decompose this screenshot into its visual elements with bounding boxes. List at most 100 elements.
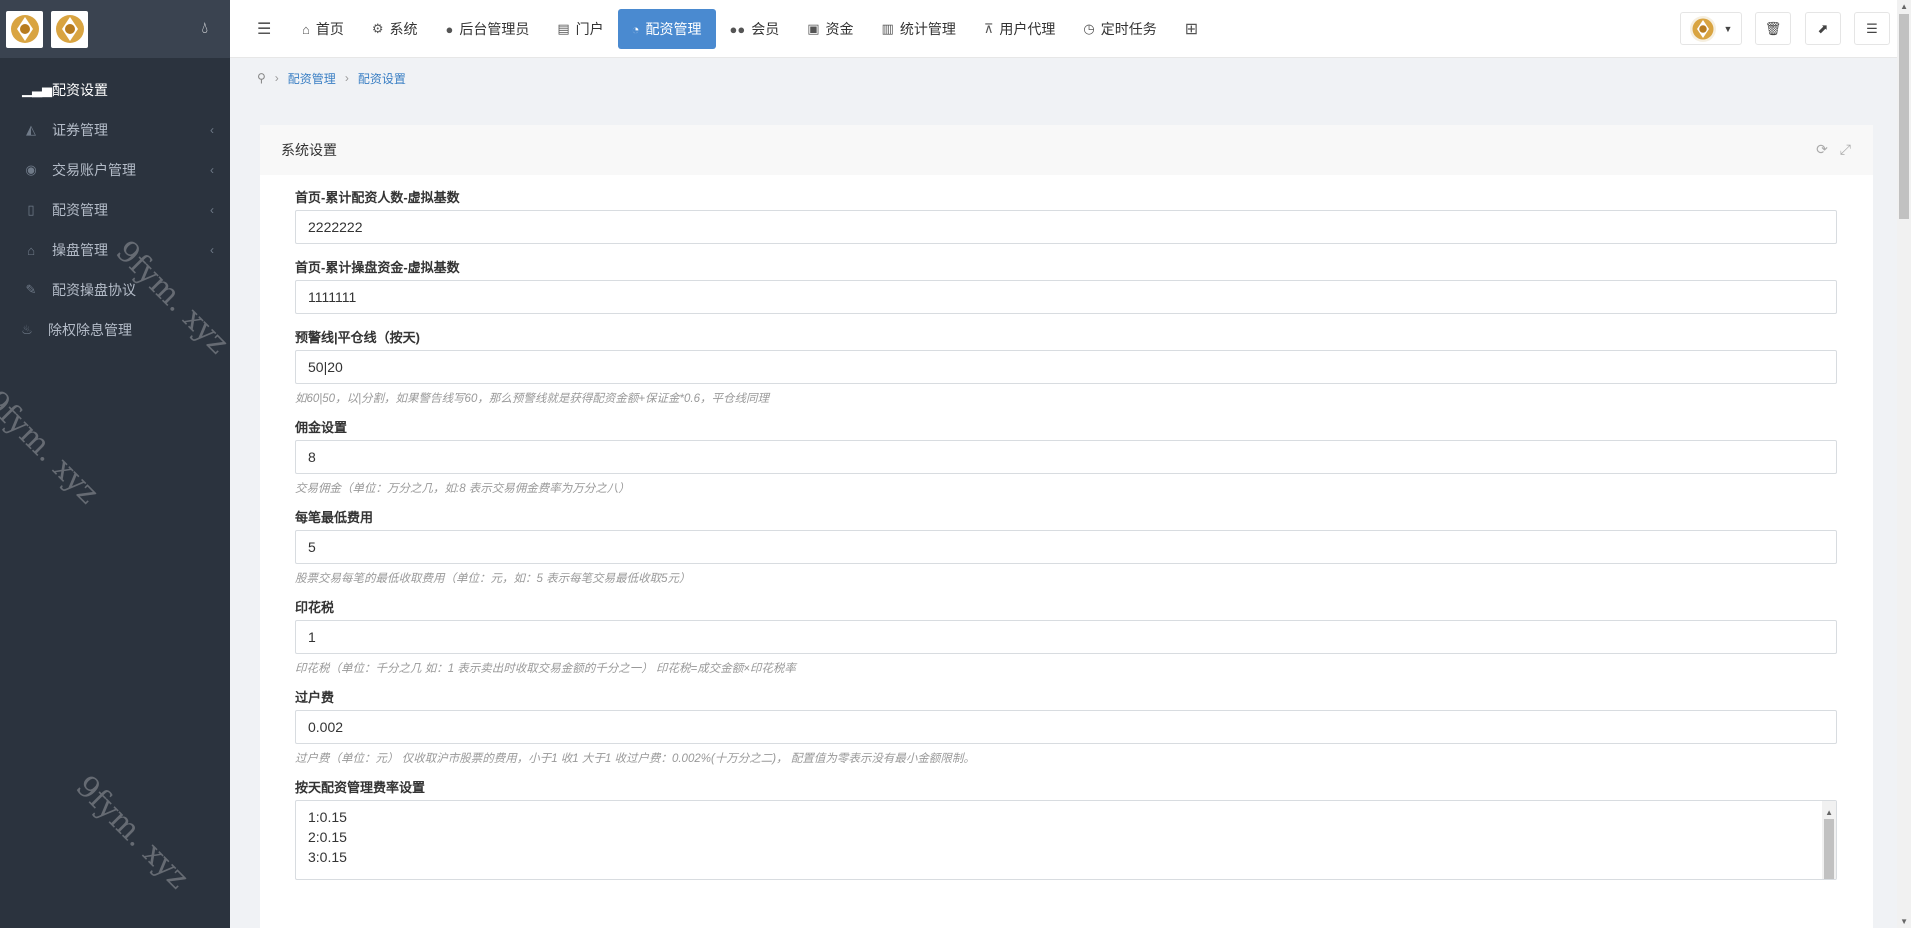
breadcrumb-link[interactable]: 配资管理 — [288, 70, 336, 87]
signal-icon: ▁▃▅ — [22, 82, 52, 97]
mobile-icon: ▯ — [27, 202, 35, 217]
nav-home[interactable]: ⌂ 首页 — [288, 9, 358, 49]
grid-icon: ⊞ — [1184, 21, 1199, 38]
menu-toggle-icon[interactable]: ☰ — [257, 19, 271, 39]
sidebar-item-label: 操盘管理 — [52, 242, 108, 258]
refresh-icon[interactable]: ⟳ — [1816, 141, 1828, 158]
chevron-left-icon: ‹ — [210, 203, 214, 217]
daily-rate-textarea[interactable]: 1:0.15 2:0.15 3:0.15 ▲ — [295, 800, 1837, 880]
field-label: 佣金设置 — [295, 420, 348, 435]
stamp-tax-input[interactable]: 1 — [295, 620, 1837, 654]
sidebar-item-trading-manage[interactable]: ⌂ 操盘管理 ‹ — [0, 230, 230, 270]
panel-body: 首页-累计配资人数-虚拟基数 2222222 首页-累计操盘资金-虚拟基数 11… — [260, 175, 1873, 880]
nav-peizi-manage[interactable]: ◔ 配资管理 — [617, 9, 716, 49]
field-virtual-funds: 首页-累计操盘资金-虚拟基数 1111111 — [295, 257, 1838, 314]
nav-more[interactable]: ⊞ — [1171, 9, 1212, 49]
expand-icon[interactable]: ⤢ — [1840, 141, 1851, 158]
nav-stats[interactable]: ▥ 统计管理 — [868, 9, 970, 49]
tint-icon[interactable]: 💧︎ — [202, 20, 208, 38]
sidebar: 💧︎ ▁▃▅ 配资设置 ◭ 证券管理 ‹ ◉ 交易账户管理 ‹ ▯ 配资管理 ‹… — [0, 0, 230, 928]
top-nav: ⌂ 首页 ⚙ 系统 ● 后台管理员 ▤ 门户 ◔ 配资管理 ●● 会员 ▣ 资金 ▥ 统计管理 … — [288, 9, 1212, 49]
nav-label: 后台管理员 — [459, 21, 530, 37]
field-help: 交易佣金（单位：万分之几，如:8 表示交易佣金费率为万分之八） — [295, 483, 630, 495]
scrollbar-thumb[interactable] — [1899, 14, 1909, 219]
external-link-icon: ⬈ — [1817, 20, 1829, 36]
field-transfer-fee: 过户费 0.002 过户费（单位：元） 仅收取沪市股票的费用，小于1 收1 大于… — [295, 687, 1838, 765]
virtual-count-input[interactable]: 2222222 — [295, 210, 1837, 244]
sidebar-item-peizi-settings[interactable]: ▁▃▅ 配资设置 — [0, 70, 230, 110]
logo[interactable] — [6, 10, 43, 48]
sidebar-item-trade-accounts[interactable]: ◉ 交易账户管理 ‹ — [0, 150, 230, 190]
open-site-button[interactable]: ⬈ — [1805, 12, 1841, 45]
field-commission: 佣金设置 8 交易佣金（单位：万分之几，如:8 表示交易佣金费率为万分之八） — [295, 417, 1838, 495]
scrollbar-thumb[interactable] — [1824, 819, 1834, 879]
nav-agents[interactable]: ⊼ 用户代理 — [970, 9, 1070, 49]
breadcrumb-separator: › — [274, 71, 279, 85]
breadcrumb-current[interactable]: 配资设置 — [358, 70, 406, 87]
page-scrollbar[interactable]: ▲ ▼ — [1897, 0, 1911, 928]
textarea-line: 2:0.15 — [308, 829, 347, 845]
nav-portal[interactable]: ▤ 门户 — [543, 9, 617, 49]
panel-header: 系统设置 ⟳ ⤢ — [260, 125, 1873, 175]
logo-secondary[interactable] — [51, 10, 88, 48]
fire-extinguisher-icon: ♨ — [21, 322, 33, 337]
warning-line-input[interactable]: 50|20 — [295, 350, 1837, 384]
sidebar-item-label: 配资操盘协议 — [52, 282, 136, 298]
breadcrumb: ⚲ › 配资管理 › 配资设置 — [230, 59, 1911, 97]
nav-admins[interactable]: ● 后台管理员 — [432, 9, 544, 49]
sliders-icon: ☰ — [1866, 20, 1878, 36]
money-icon: ▣ — [807, 21, 820, 36]
field-label: 首页-累计操盘资金-虚拟基数 — [295, 260, 460, 275]
breadcrumb-separator: › — [344, 71, 349, 85]
nav-members[interactable]: ●● 会员 — [716, 9, 794, 49]
commission-input[interactable]: 8 — [295, 440, 1837, 474]
field-label: 按天配资管理费率设置 — [295, 780, 426, 795]
panel-tools: ⟳ ⤢ — [1816, 141, 1851, 158]
caret-down-icon: ▼ — [1723, 23, 1733, 34]
scroll-down-icon[interactable]: ▼ — [1900, 917, 1908, 926]
textarea-line: 3:0.15 — [308, 849, 347, 865]
field-label: 每笔最低费用 — [295, 510, 374, 525]
textarea-scrollbar[interactable]: ▲ — [1822, 801, 1836, 879]
sidebar-item-securities[interactable]: ◭ 证券管理 ‹ — [0, 110, 230, 150]
chevron-left-icon: ‹ — [210, 243, 214, 257]
nav-label: 配资管理 — [645, 21, 702, 37]
nav-cron[interactable]: ◷ 定时任务 — [1069, 9, 1170, 49]
map-marker-icon: ⚲ — [257, 71, 266, 85]
settings-panel-button[interactable]: ☰ — [1854, 12, 1890, 45]
clear-cache-button[interactable]: 🗑︎ — [1755, 12, 1791, 45]
nav-funds[interactable]: ▣ 资金 — [793, 9, 867, 49]
field-label: 预警线|平仓线（按天) — [295, 330, 420, 345]
transfer-fee-input[interactable]: 0.002 — [295, 710, 1837, 744]
field-help: 印花税（单位：千分之几 如：1 表示卖出时收取交易金额的千分之一） 印花税=成交… — [295, 663, 796, 675]
topbar: ☰ ⌂ 首页 ⚙ 系统 ● 后台管理员 ▤ 门户 ◔ 配资管理 ●● 会员 ▣ 资金 ▥ 统计管… — [230, 0, 1911, 58]
field-virtual-count: 首页-累计配资人数-虚拟基数 2222222 — [295, 187, 1838, 244]
nav-label: 门户 — [575, 21, 604, 37]
cog-icon: ⚙ — [371, 21, 384, 36]
sidebar-item-label: 配资管理 — [52, 202, 108, 218]
nav-system[interactable]: ⚙ 系统 — [358, 9, 432, 49]
nav-label: 系统 — [389, 21, 418, 37]
sidebar-item-label: 除权除息管理 — [48, 322, 132, 338]
sidebar-item-label: 配资设置 — [52, 82, 108, 98]
trash-icon: 🗑︎ — [1764, 20, 1782, 36]
sidebar-item-agreement[interactable]: ✎ 配资操盘协议 — [0, 270, 230, 310]
settings-panel: 系统设置 ⟳ ⤢ 首页-累计配资人数-虚拟基数 2222222 首页-累计操盘资… — [260, 125, 1873, 928]
nav-label: 统计管理 — [899, 21, 956, 37]
virtual-funds-input[interactable]: 1111111 — [295, 280, 1837, 314]
sidebar-item-dividend[interactable]: ♨ 除权除息管理 — [0, 310, 230, 350]
scroll-up-icon[interactable]: ▲ — [1900, 2, 1908, 11]
area-chart-icon: ◭ — [26, 122, 36, 137]
field-help: 过户费（单位：元） 仅收取沪市股票的费用，小于1 收1 大于1 收过户费：0.0… — [295, 753, 975, 765]
field-label: 印花税 — [295, 600, 335, 615]
chevron-left-icon: ‹ — [210, 123, 214, 137]
min-fee-input[interactable]: 5 — [295, 530, 1837, 564]
field-label: 过户费 — [295, 690, 335, 705]
user-menu-button[interactable]: ▼ — [1680, 12, 1742, 45]
nav-label: 资金 — [825, 21, 854, 37]
sidebar-menu: ▁▃▅ 配资设置 ◭ 证券管理 ‹ ◉ 交易账户管理 ‹ ▯ 配资管理 ‹ ⌂ … — [0, 58, 230, 350]
nav-label: 定时任务 — [1100, 21, 1157, 37]
sidebar-item-peizi-manage[interactable]: ▯ 配资管理 ‹ — [0, 190, 230, 230]
field-warning-line: 预警线|平仓线（按天) 50|20 如60|50，以|分割，如果警告线写60，那… — [295, 327, 1838, 405]
field-min-fee: 每笔最低费用 5 股票交易每笔的最低收取费用（单位：元，如：5 表示每笔交易最低… — [295, 507, 1838, 585]
